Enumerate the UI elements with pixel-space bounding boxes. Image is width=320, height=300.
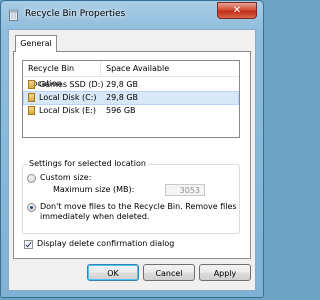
title-bar[interactable]: Recycle Bin Properties ✕: [1, 1, 263, 27]
custom-size-label[interactable]: Custom size:: [40, 173, 91, 182]
cancel-button[interactable]: Cancel: [143, 264, 195, 281]
drive-icon: [28, 80, 35, 89]
recycle-bin-icon: [8, 9, 19, 21]
settings-group: Settings for selected location Custom si…: [22, 159, 240, 234]
max-size-label: Maximum size (MB):: [53, 185, 135, 194]
dont-move-label[interactable]: Don't move files to the Recycle Bin. Rem…: [40, 202, 237, 211]
ok-button[interactable]: OK: [87, 264, 139, 281]
close-button[interactable]: ✕: [217, 2, 257, 19]
list-item[interactable]: Local Disk (E:) 596 GB: [24, 105, 238, 117]
confirm-checkbox[interactable]: [24, 240, 33, 249]
dont-move-label-cont[interactable]: immediately when deleted.: [40, 212, 149, 221]
custom-size-radio[interactable]: [27, 174, 36, 183]
properties-window: Recycle Bin Properties ✕ General Recycle…: [0, 0, 264, 298]
location-space: 29,8 GB: [106, 93, 139, 102]
drive-icon: [28, 106, 35, 115]
location-name: Games SSD (D:): [39, 80, 104, 89]
location-name: Local Disk (C:): [39, 93, 97, 102]
apply-button[interactable]: Apply: [199, 264, 251, 281]
close-icon: ✕: [232, 5, 242, 16]
tab-general[interactable]: General: [15, 35, 57, 52]
column-header-location[interactable]: Recycle Bin Location: [23, 61, 101, 88]
column-header-space[interactable]: Space Available: [101, 61, 221, 76]
dialog-body: General Recycle Bin Location Space Avail…: [8, 29, 256, 291]
list-item[interactable]: Games SSD (D:) 29,8 GB: [24, 79, 238, 91]
drive-icon: [28, 93, 35, 102]
settings-group-label: Settings for selected location: [27, 159, 148, 168]
location-list[interactable]: Recycle Bin Location Space Available Gam…: [22, 60, 240, 138]
tab-panel-general: Recycle Bin Location Space Available Gam…: [13, 51, 251, 259]
window-title: Recycle Bin Properties: [25, 9, 126, 19]
dont-move-radio[interactable]: [27, 203, 36, 212]
list-item-selected[interactable]: Local Disk (C:) 29,8 GB: [23, 91, 239, 105]
location-name: Local Disk (E:): [39, 106, 96, 115]
location-space: 596 GB: [106, 106, 136, 115]
location-space: 29,8 GB: [106, 80, 139, 89]
confirm-label[interactable]: Display delete confirmation dialog: [37, 239, 174, 248]
max-size-input[interactable]: [165, 184, 205, 196]
list-header: Recycle Bin Location Space Available: [23, 61, 239, 88]
